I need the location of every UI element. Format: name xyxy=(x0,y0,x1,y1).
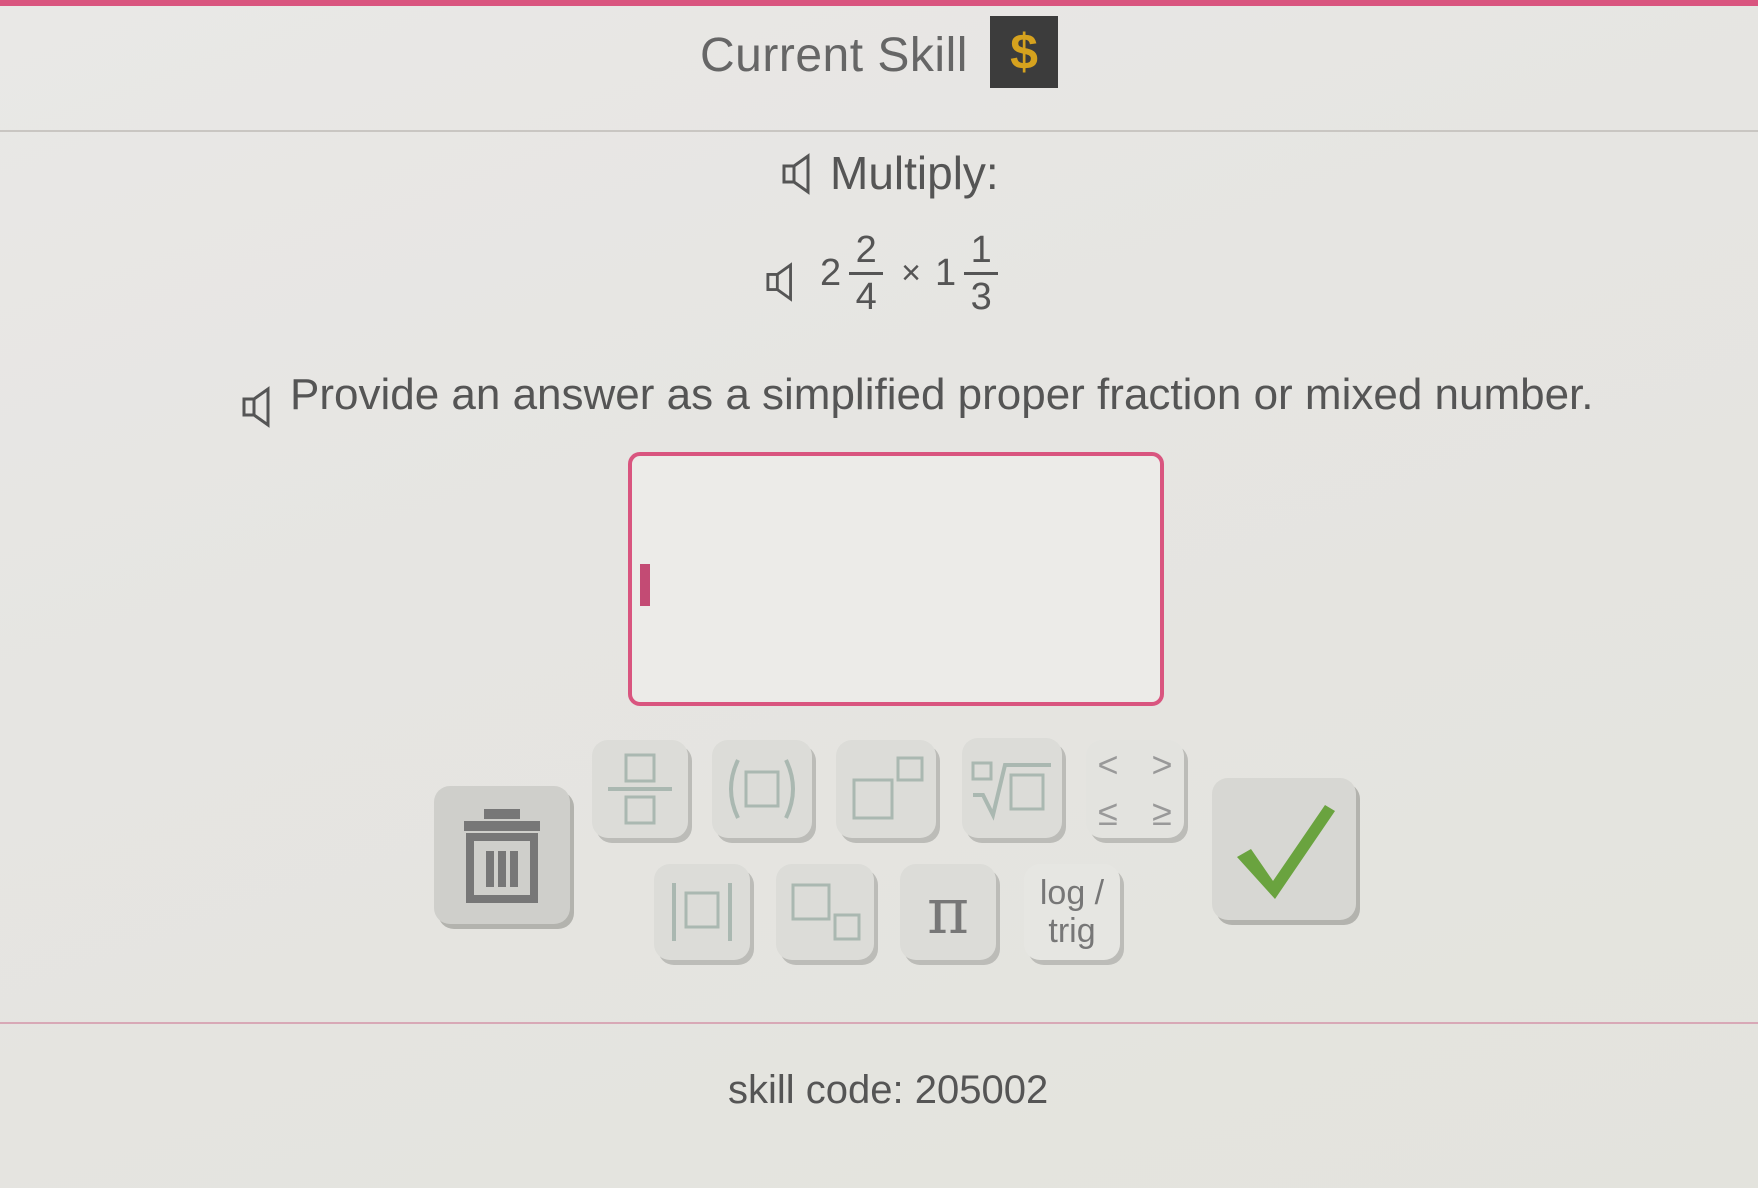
denominator: 4 xyxy=(855,276,877,318)
problem-expression: 2 2 4 × 1 1 3 xyxy=(820,228,999,319)
submit-button[interactable] xyxy=(1212,778,1356,920)
answer-input[interactable] xyxy=(628,452,1164,706)
exponent-button[interactable] xyxy=(836,740,936,838)
instructions-text: Provide an answer as a simplified proper… xyxy=(290,370,1594,419)
subscript-button[interactable] xyxy=(776,864,874,960)
speaker-icon[interactable] xyxy=(782,152,818,201)
trash-icon xyxy=(464,809,540,903)
absolute-value-button[interactable] xyxy=(654,864,750,960)
mixed-number-1: 2 2 4 xyxy=(820,228,884,319)
fraction: 2 4 xyxy=(849,228,884,319)
current-skill-title: Current Skill xyxy=(700,29,968,82)
inequality-symbols: < > ≤ ≥ xyxy=(1081,744,1189,834)
less-equal-symbol: ≤ xyxy=(1098,792,1118,833)
top-accent-bar xyxy=(0,0,1758,6)
log-trig-label: log / trig xyxy=(1040,874,1104,950)
exponent-icon xyxy=(852,756,924,820)
header-divider xyxy=(0,130,1758,132)
inequalities-button[interactable]: < > ≤ ≥ xyxy=(1086,740,1184,838)
pi-symbol: π xyxy=(926,875,970,949)
prompt-text: Multiply: xyxy=(830,147,999,199)
denominator: 3 xyxy=(970,276,992,318)
pi-button[interactable]: π xyxy=(900,864,996,960)
less-than-symbol: < xyxy=(1097,744,1119,785)
delete-button[interactable] xyxy=(434,786,570,924)
fraction: 1 3 xyxy=(964,228,999,319)
nth-root-button[interactable] xyxy=(962,738,1062,838)
absolute-value-icon xyxy=(672,883,732,941)
whole-number: 2 xyxy=(820,252,842,294)
subscript-icon xyxy=(791,883,861,941)
nth-root-icon xyxy=(971,761,1051,821)
mixed-number-2: 1 1 3 xyxy=(935,228,999,319)
numerator: 2 xyxy=(855,229,877,271)
speaker-icon[interactable] xyxy=(242,384,278,435)
trig-label: trig xyxy=(1048,912,1096,950)
footer-divider xyxy=(0,1022,1758,1024)
fraction-button[interactable] xyxy=(592,740,688,838)
checkmark-icon xyxy=(1237,805,1335,899)
parentheses-icon xyxy=(729,759,795,819)
whole-number: 1 xyxy=(935,252,957,294)
log-trig-button[interactable]: log / trig xyxy=(1024,864,1120,960)
dollar-icon[interactable]: $ xyxy=(990,16,1058,88)
speaker-icon[interactable] xyxy=(766,260,800,309)
text-cursor xyxy=(640,564,650,606)
greater-than-symbol: > xyxy=(1151,744,1173,785)
skill-code-text: skill code: 205002 xyxy=(728,1068,1049,1112)
log-label: log / xyxy=(1039,874,1105,912)
multiply-operator: × xyxy=(901,254,921,292)
fraction-icon xyxy=(608,753,672,825)
numerator: 1 xyxy=(970,229,992,271)
greater-equal-symbol: ≥ xyxy=(1152,792,1172,833)
parentheses-button[interactable] xyxy=(712,740,812,838)
